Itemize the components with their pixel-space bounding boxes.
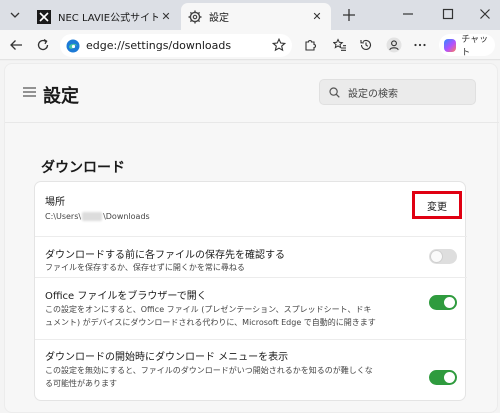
more-menu-button[interactable]	[409, 35, 431, 55]
extensions-button[interactable]	[299, 35, 321, 55]
maximize-button[interactable]	[437, 4, 459, 24]
favorite-star-button[interactable]	[268, 35, 290, 55]
show-download-menu-label: ダウンロードの開始時にダウンロード メニューを表示	[45, 352, 289, 363]
change-button-label: 変更	[427, 201, 447, 213]
change-location-button[interactable]: 変更	[412, 191, 462, 219]
ask-before-download-label: ダウンロードする前に各ファイルの保存先を確認する	[45, 250, 285, 261]
tab-strip: NEC LAVIE公式サイト > サー ✕ 設定 ✕	[0, 0, 500, 30]
back-button[interactable]	[5, 35, 27, 55]
location-row: 場所 C:\Users\ \Downloads	[35, 182, 467, 234]
page-title: 設定	[43, 86, 79, 107]
more-horizontal-icon	[414, 43, 426, 47]
close-window-button[interactable]	[474, 4, 496, 24]
profile-button[interactable]	[383, 35, 405, 55]
ask-before-download-toggle[interactable]	[429, 249, 457, 264]
hamburger-menu-icon[interactable]	[23, 87, 36, 97]
download-path: C:\Users\ \Downloads	[45, 210, 150, 223]
chevron-down-icon	[10, 12, 20, 18]
minimize-icon	[403, 13, 413, 15]
location-label: 場所	[45, 197, 65, 208]
search-icon	[329, 86, 340, 98]
show-download-menu-toggle[interactable]	[429, 370, 457, 385]
close-icon	[480, 9, 490, 19]
maximize-icon	[442, 8, 454, 20]
copilot-chat-button[interactable]: チャット	[439, 34, 495, 58]
gear-icon	[188, 10, 202, 23]
show-download-menu-description-2: る可能性があります	[45, 379, 117, 388]
downloads-settings-card: 場所 C:\Users\ \Downloads ダウンロードする前に各ファイルの保…	[34, 181, 467, 401]
history-button[interactable]	[355, 35, 377, 55]
star-icon	[272, 38, 286, 52]
toggle-knob	[444, 372, 455, 383]
favorites-button[interactable]	[329, 35, 351, 55]
refresh-button[interactable]	[32, 35, 54, 55]
refresh-icon	[37, 39, 49, 51]
plus-icon	[343, 9, 355, 21]
tab-title: 設定	[209, 13, 229, 24]
copilot-label: チャット	[461, 35, 489, 58]
office-in-browser-label: Office ファイルをブラウザーで開く	[45, 291, 207, 302]
address-text: edge://settings/downloads	[86, 39, 232, 52]
toggle-knob	[444, 297, 455, 308]
ask-before-download-row: ダウンロードする前に各ファイルの保存先を確認する ファイルを保存するか、保存せず…	[35, 237, 467, 275]
tab-nec[interactable]: NEC LAVIE公式サイト > サー ✕	[30, 3, 180, 30]
office-in-browser-toggle[interactable]	[429, 295, 457, 310]
copilot-icon	[444, 38, 457, 52]
office-in-browser-row: Office ファイルをブラウザーで開く この設定をオンにすると、Office …	[35, 278, 467, 338]
show-download-menu-description-1: この設定を無効にすると、ファイルのダウンロードがいつ開始されるかを知るのが難しく…	[45, 366, 373, 375]
browser-toolbar: edge://settings/downloads チャット	[0, 30, 500, 60]
puzzle-icon	[305, 40, 316, 51]
path-prefix: C:\Users\	[45, 212, 82, 221]
redacted-username	[82, 212, 103, 221]
edge-logo-icon	[66, 39, 80, 52]
header-divider	[5, 122, 499, 123]
address-bar[interactable]: edge://settings/downloads	[60, 34, 292, 57]
arrow-left-icon	[10, 40, 22, 50]
office-in-browser-description-1: この設定をオンにすると、Office ファイル (プレゼンテーション、スプレッド…	[45, 305, 372, 314]
section-title: ダウンロード	[41, 160, 125, 176]
new-tab-button[interactable]	[338, 5, 360, 25]
show-download-menu-row: ダウンロードの開始時にダウンロード メニューを表示 この設定を無効にすると、ファ…	[35, 340, 467, 400]
tab-title: NEC LAVIE公式サイト > サー	[58, 13, 158, 24]
minimize-button[interactable]	[397, 4, 419, 24]
nec-favicon-icon	[37, 9, 51, 24]
profile-avatar-icon	[386, 37, 402, 53]
search-placeholder: 設定の検索	[348, 88, 398, 100]
tab-actions-menu-button[interactable]	[4, 5, 26, 25]
path-suffix: \Downloads	[103, 212, 150, 221]
settings-page: 設定 設定の検索 ダウンロード 場所 C:\Users\ \Downloads ダ…	[0, 61, 500, 413]
toggle-knob	[431, 251, 442, 262]
history-icon	[360, 39, 372, 50]
office-in-browser-description-2: ュメント) がデバイスにダウンロードされる代わりに、Microsoft Edge…	[45, 318, 376, 327]
close-tab-icon[interactable]: ✕	[309, 9, 325, 25]
close-tab-icon[interactable]: ✕	[158, 9, 174, 25]
ask-before-download-description: ファイルを保存するか、保存せずに開くかを常に尋ねる	[45, 263, 245, 272]
settings-search-input[interactable]: 設定の検索	[319, 79, 476, 105]
tab-settings[interactable]: 設定 ✕	[181, 3, 331, 30]
favorites-icon	[333, 38, 346, 51]
